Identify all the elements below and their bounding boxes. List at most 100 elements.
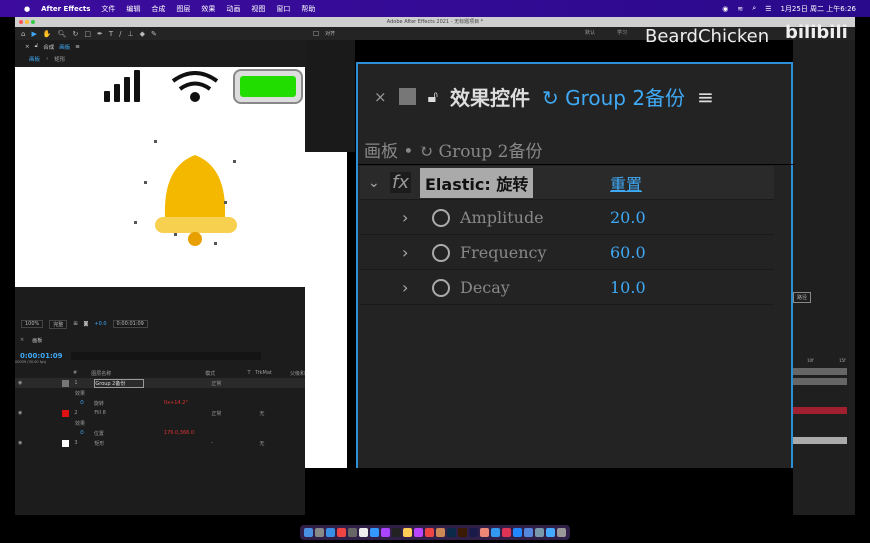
- app-icon[interactable]: [370, 528, 379, 537]
- reset-link[interactable]: 重置: [610, 171, 642, 195]
- layer-bar[interactable]: [793, 378, 847, 385]
- layer-bar[interactable]: [793, 437, 847, 444]
- app-icon[interactable]: [414, 528, 423, 537]
- illustrator-icon[interactable]: [458, 528, 467, 537]
- stopwatch-icon[interactable]: [432, 208, 450, 227]
- effect-row[interactable]: ⌄ fx Elastic: 旋转 重置: [360, 166, 774, 200]
- timeline-tab-label[interactable]: 画板: [32, 337, 42, 344]
- workspace-learn[interactable]: 学习: [617, 27, 627, 40]
- param-value[interactable]: 60.0: [610, 243, 646, 262]
- safari-icon[interactable]: [326, 528, 335, 537]
- effects-group[interactable]: 效果: [15, 388, 305, 398]
- workspace-default[interactable]: 默认: [585, 27, 595, 40]
- layer-row[interactable]: ◉ 1 Group 2备份 正常: [15, 378, 305, 388]
- layer-name[interactable]: 矩形: [94, 440, 144, 447]
- menu-layer[interactable]: 图层: [176, 4, 190, 14]
- clock[interactable]: 1月25日 周二 上午6:26: [780, 4, 856, 14]
- resolution-select[interactable]: 完整: [49, 319, 68, 329]
- layer-bar[interactable]: [793, 368, 847, 375]
- app-icon[interactable]: [524, 528, 533, 537]
- eye-icon[interactable]: ◉: [18, 380, 22, 386]
- zoom-window-button[interactable]: [31, 20, 35, 24]
- mode-select[interactable]: 正常: [211, 410, 255, 417]
- trkmat-select[interactable]: 无: [259, 440, 264, 447]
- layer-name[interactable]: Fill 8: [94, 410, 144, 416]
- label-color[interactable]: [62, 409, 70, 417]
- chevron-down-icon[interactable]: ⌄: [368, 175, 380, 191]
- menu-help[interactable]: 帮助: [301, 4, 315, 14]
- param-value[interactable]: 20.0: [610, 208, 646, 227]
- zoom-select[interactable]: 100%: [21, 320, 44, 328]
- chrome-icon[interactable]: [337, 528, 346, 537]
- rotate-tool-icon[interactable]: ↻: [72, 30, 78, 38]
- effects-group[interactable]: 效果: [15, 418, 305, 428]
- after-effects-icon[interactable]: [469, 528, 478, 537]
- menu-view[interactable]: 视图: [251, 4, 265, 14]
- crumb-root[interactable]: 画板: [29, 55, 40, 63]
- app-icon[interactable]: [491, 528, 500, 537]
- crumb-child[interactable]: 矩形: [54, 55, 65, 63]
- param-row[interactable]: › Decay 10.0: [360, 271, 774, 305]
- finalcut-icon[interactable]: [392, 528, 401, 537]
- app-icon[interactable]: [425, 528, 434, 537]
- label-color[interactable]: [62, 379, 70, 387]
- finder-icon[interactable]: [304, 528, 313, 537]
- effect-name[interactable]: Elastic: 旋转: [420, 167, 534, 198]
- rectangle-tool-icon[interactable]: □: [84, 30, 91, 38]
- launchpad-icon[interactable]: [315, 528, 324, 537]
- trash-icon[interactable]: [557, 528, 566, 537]
- menu-icon[interactable]: ≡: [75, 44, 80, 50]
- comp-name[interactable]: 画板: [59, 43, 70, 51]
- lock-icon[interactable]: 🔓︎: [35, 43, 39, 50]
- notion-icon[interactable]: [359, 528, 368, 537]
- fx-icon[interactable]: fx: [390, 172, 411, 193]
- brush-tool-icon[interactable]: /: [119, 30, 121, 38]
- camera-icon[interactable]: ◙: [84, 321, 89, 327]
- menu-animation[interactable]: 动画: [226, 4, 240, 14]
- pen-tool-icon[interactable]: ✒: [97, 30, 103, 38]
- blender-icon[interactable]: [480, 528, 489, 537]
- layer-bar[interactable]: [793, 407, 847, 414]
- app-icon[interactable]: [381, 528, 390, 537]
- minimize-window-button[interactable]: [25, 20, 29, 24]
- apple-icon[interactable]: ●: [24, 5, 30, 13]
- photoshop-icon[interactable]: [447, 528, 456, 537]
- menu-app[interactable]: After Effects: [41, 5, 90, 13]
- property-row[interactable]: ⏱ 旋转 0x+14.2°: [15, 398, 305, 408]
- stopwatch-icon[interactable]: ⏱: [80, 430, 84, 436]
- stopwatch-icon[interactable]: ⏱: [80, 400, 84, 406]
- menu-icon[interactable]: ≡: [697, 85, 714, 109]
- label-color[interactable]: [62, 439, 70, 447]
- menu-effect[interactable]: 效果: [201, 4, 215, 14]
- settings-icon[interactable]: [348, 528, 357, 537]
- trkmat-select[interactable]: 无: [259, 410, 264, 417]
- folder-icon[interactable]: [546, 528, 555, 537]
- eye-icon[interactable]: ◉: [18, 410, 22, 416]
- home-icon[interactable]: ⌂: [21, 30, 25, 38]
- stopwatch-icon[interactable]: [432, 278, 450, 297]
- app-icon[interactable]: [403, 528, 412, 537]
- selection-tool-icon[interactable]: ▶: [31, 30, 36, 38]
- composition-viewer[interactable]: [15, 67, 305, 287]
- path-button[interactable]: 路径: [793, 292, 812, 303]
- grid-icon[interactable]: ⊞: [73, 321, 77, 327]
- app-store-icon[interactable]: [513, 528, 522, 537]
- property-value[interactable]: 0x+14.2°: [164, 400, 188, 406]
- menu-file[interactable]: 文件: [101, 4, 115, 14]
- property-row[interactable]: ⏱ 位置 176.0,366.0: [15, 428, 305, 438]
- close-icon[interactable]: ×: [20, 337, 24, 343]
- menu-window[interactable]: 窗口: [276, 4, 290, 14]
- lock-icon[interactable]: 🔓︎: [428, 87, 438, 107]
- text-tool-icon[interactable]: T: [109, 30, 113, 38]
- record-icon[interactable]: ◉: [722, 5, 728, 13]
- current-time-display[interactable]: 0:00:01:09: [112, 320, 148, 328]
- close-icon[interactable]: ×: [374, 88, 387, 106]
- property-value[interactable]: 176.0,366.0: [164, 430, 194, 436]
- control-center-icon[interactable]: ☰: [765, 5, 771, 13]
- wifi-icon[interactable]: ≋: [737, 5, 743, 13]
- puppet-tool-icon[interactable]: ✎: [151, 30, 157, 38]
- exposure-value[interactable]: +0.0: [94, 321, 106, 327]
- layer-name[interactable]: ↻ Group 2备份: [542, 82, 685, 111]
- mode-select[interactable]: -: [211, 440, 255, 446]
- chevron-right-icon[interactable]: ›: [402, 278, 408, 297]
